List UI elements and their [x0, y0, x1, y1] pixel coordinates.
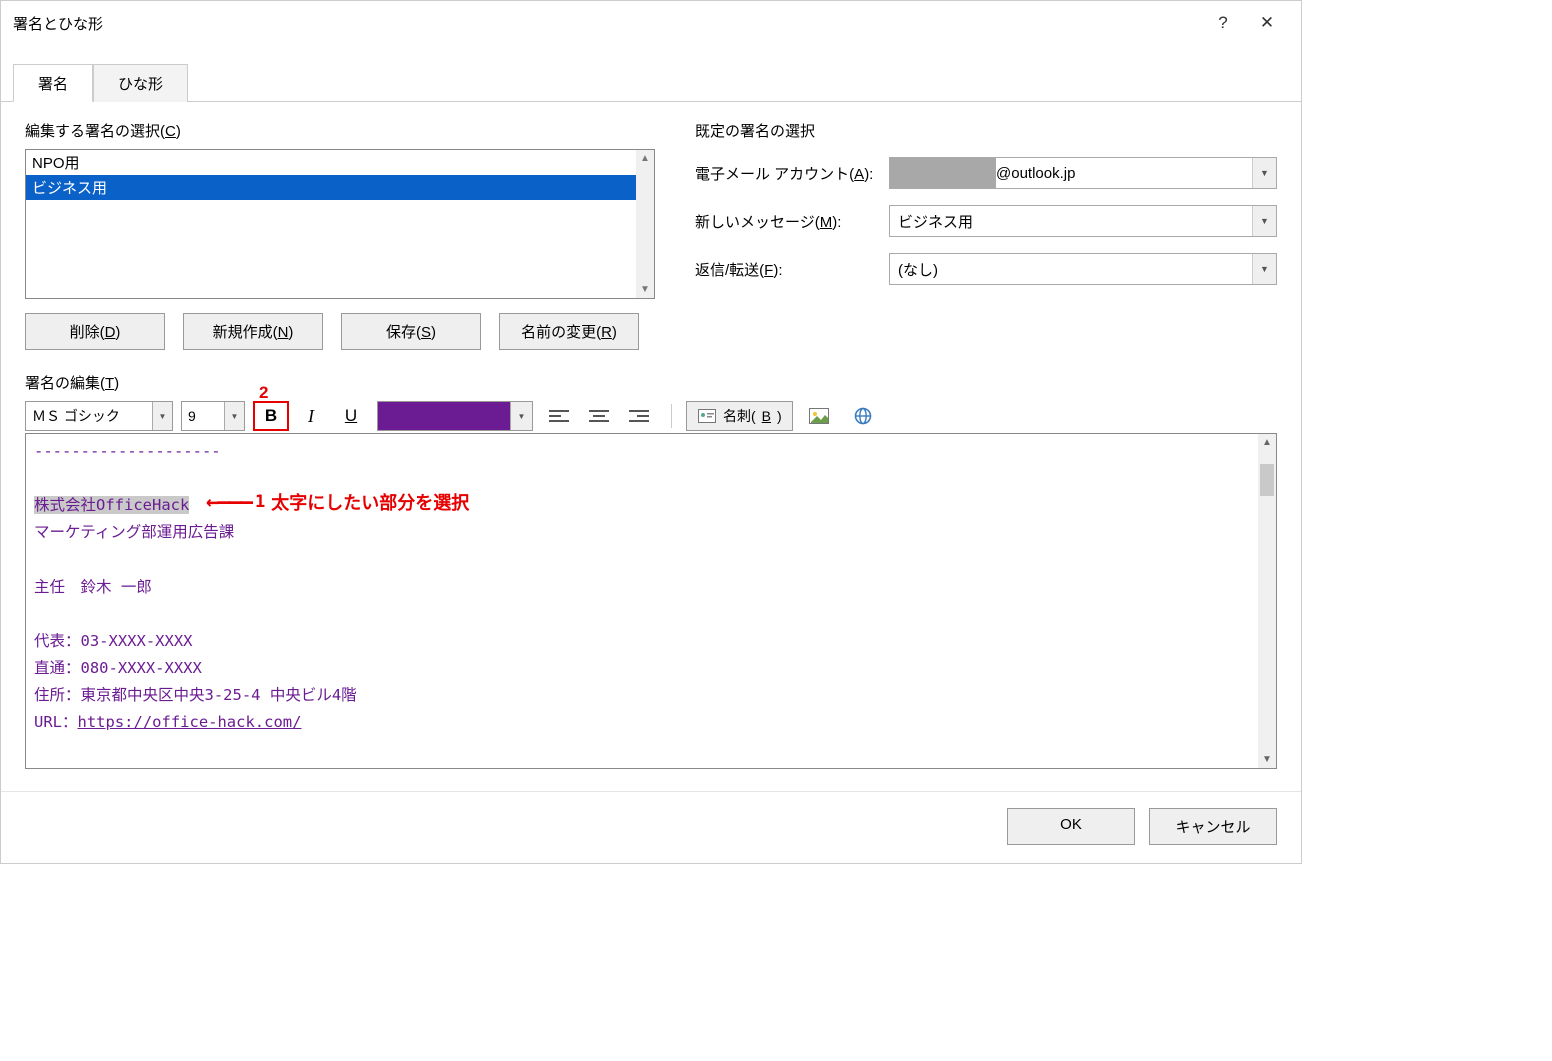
select-signature-label: 編集する署名の選択(C) [25, 120, 655, 141]
default-signature-header: 既定の署名の選択 [695, 120, 1277, 141]
signature-editor[interactable]: -------------------- 株式会社OfficeHack マーケテ… [25, 433, 1277, 769]
insert-image-button[interactable] [801, 401, 837, 431]
cancel-button[interactable]: キャンセル [1149, 808, 1277, 845]
align-left-button[interactable] [541, 401, 577, 431]
dialog-footer: OK キャンセル [1, 791, 1301, 863]
account-masked [890, 158, 996, 188]
dropdown-arrow-icon: ▼ [1252, 158, 1276, 188]
business-card-button[interactable]: 名刺(B) [686, 401, 793, 431]
bold-button[interactable]: B [253, 401, 289, 431]
reply-value: (なし) [890, 259, 1252, 280]
account-value: @outlook.jp [996, 165, 1252, 182]
selected-text: 株式会社OfficeHack [34, 496, 189, 514]
tab-bar: 署名 ひな形 [1, 63, 1301, 102]
reply-label: 返信/転送(F): [695, 259, 875, 280]
image-icon [809, 406, 829, 426]
italic-button[interactable]: I [293, 401, 329, 431]
vcard-icon [697, 406, 717, 426]
account-label: 電子メール アカウント(A): [695, 163, 875, 184]
signature-item-selected[interactable]: ビジネス用 [26, 175, 636, 200]
delete-button[interactable]: 削除(D) [25, 313, 165, 350]
dropdown-arrow-icon: ▼ [224, 402, 244, 430]
signature-listbox[interactable]: NPO用 ビジネス用 ▲ ▼ [25, 149, 655, 299]
signature-dialog: 署名とひな形 ? ✕ 署名 ひな形 編集する署名の選択(C) NPO用 ビジネス… [0, 0, 1302, 864]
dropdown-arrow-icon: ▼ [152, 402, 172, 430]
format-toolbar: ＭＳ ゴシック ▼ 9 ▼ B I U ▼ [25, 401, 1277, 431]
editor-scrollbar[interactable]: ▲ ▼ [1258, 434, 1276, 768]
listbox-scrollbar[interactable]: ▲ ▼ [636, 150, 654, 298]
rename-button[interactable]: 名前の変更(R) [499, 313, 639, 350]
scroll-thumb[interactable] [1260, 464, 1274, 496]
reply-select[interactable]: (なし) ▼ [889, 253, 1277, 285]
dialog-title: 署名とひな形 [13, 13, 1201, 34]
help-button[interactable]: ? [1201, 5, 1245, 41]
toolbar-separator [671, 404, 672, 428]
color-swatch [378, 402, 510, 430]
arrow-left-icon: ←——— [206, 484, 251, 523]
font-color-select[interactable]: ▼ [377, 401, 533, 431]
font-size-select[interactable]: 9 ▼ [181, 401, 245, 431]
newmsg-label: 新しいメッセージ(M): [695, 211, 875, 232]
dropdown-arrow-icon: ▼ [1252, 254, 1276, 284]
titlebar: 署名とひな形 ? ✕ [1, 1, 1301, 45]
link-icon [853, 406, 873, 426]
align-center-button[interactable] [581, 401, 617, 431]
newmsg-select[interactable]: ビジネス用 ▼ [889, 205, 1277, 237]
edit-signature-label: 署名の編集(T) [25, 372, 1277, 393]
underline-button[interactable]: U [333, 401, 369, 431]
annotation-1: ←——— 1 太字にしたい部分を選択 [206, 484, 469, 523]
scroll-up-icon: ▲ [1262, 437, 1272, 448]
newmsg-value: ビジネス用 [890, 211, 1252, 232]
insert-link-button[interactable] [845, 401, 881, 431]
ok-button[interactable]: OK [1007, 808, 1135, 845]
scroll-down-icon: ▼ [640, 284, 650, 295]
dropdown-arrow-icon: ▼ [1252, 206, 1276, 236]
editor-content[interactable]: -------------------- 株式会社OfficeHack マーケテ… [26, 434, 1258, 768]
save-button[interactable]: 保存(S) [341, 313, 481, 350]
close-button[interactable]: ✕ [1245, 5, 1289, 41]
new-button[interactable]: 新規作成(N) [183, 313, 323, 350]
scroll-down-icon: ▼ [1262, 754, 1272, 765]
account-select[interactable]: @outlook.jp ▼ [889, 157, 1277, 189]
font-name-select[interactable]: ＭＳ ゴシック ▼ [25, 401, 173, 431]
tab-signature[interactable]: 署名 [13, 64, 93, 102]
tab-stationery[interactable]: ひな形 [93, 64, 188, 102]
dropdown-arrow-icon: ▼ [510, 402, 532, 430]
align-right-button[interactable] [621, 401, 657, 431]
signature-item[interactable]: NPO用 [26, 150, 636, 175]
scroll-up-icon: ▲ [640, 153, 650, 164]
